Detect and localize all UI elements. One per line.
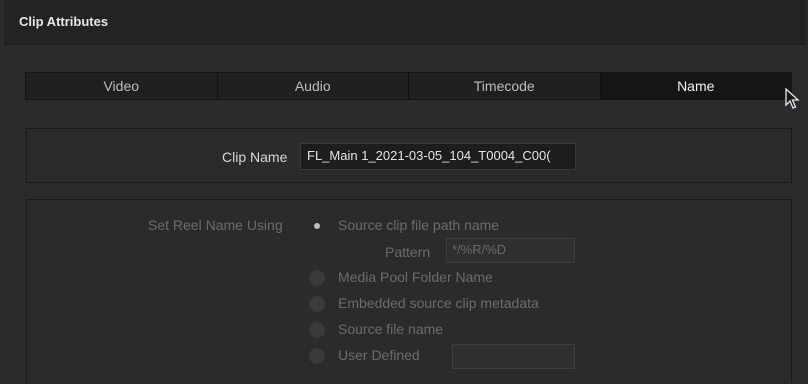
option-media-pool-folder-label: Media Pool Folder Name — [338, 269, 493, 285]
option-source-clip-path-label: Source clip file path name — [338, 217, 500, 233]
pattern-label: Pattern — [385, 244, 431, 260]
dialog-title: Clip Attributes — [19, 14, 109, 29]
radio-media-pool-folder[interactable] — [309, 270, 325, 286]
clip-name-label: Clip Name — [222, 149, 288, 165]
clip-name-section: Clip Name FL_Main 1_2021-03-05_104_T0004… — [26, 128, 792, 183]
user-defined-input[interactable] — [452, 344, 575, 369]
option-embedded-metadata-label: Embedded source clip metadata — [338, 295, 539, 311]
tab-name[interactable]: Name — [600, 73, 791, 99]
option-source-file-name-label: Source file name — [338, 321, 444, 337]
tab-bar: Video Audio Timecode Name — [25, 72, 792, 100]
clip-attributes-dialog: Clip Attributes Video Audio Timecode Nam… — [4, 0, 806, 384]
tab-video[interactable]: Video — [26, 73, 218, 99]
reel-name-label: Set Reel Name Using — [148, 217, 283, 233]
clip-name-input[interactable]: FL_Main 1_2021-03-05_104_T0004_C00( — [300, 143, 576, 170]
radio-source-clip-path[interactable] — [309, 218, 325, 234]
option-user-defined-label: User Defined — [338, 347, 420, 363]
radio-embedded-metadata[interactable] — [309, 296, 325, 312]
radio-source-file-name[interactable] — [309, 322, 325, 338]
pattern-input[interactable]: */%R/%D — [446, 238, 575, 263]
tab-audio[interactable]: Audio — [217, 73, 409, 99]
mouse-pointer-icon — [785, 88, 800, 109]
tab-timecode[interactable]: Timecode — [409, 73, 601, 99]
title-bar: Clip Attributes — [4, 0, 806, 45]
reel-name-section: Set Reel Name Using Source clip file pat… — [26, 199, 792, 382]
radio-user-defined[interactable] — [309, 348, 325, 364]
